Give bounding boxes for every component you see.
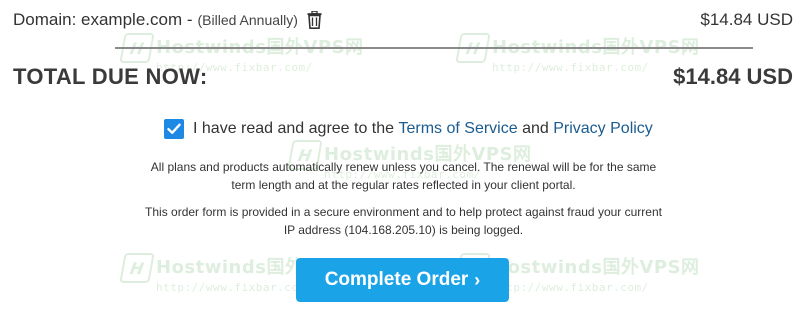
domain-label: Domain: example.com - bbox=[13, 10, 193, 29]
renewal-notice: All plans and products automatically ren… bbox=[120, 158, 687, 194]
agreement-text: I have read and agree to the bbox=[193, 120, 399, 137]
renewal-notice-line: term length and at the regular rates ref… bbox=[231, 178, 576, 192]
total-due-amount: $14.84 USD bbox=[673, 64, 793, 89]
watermark-brand: Hostwinds国外VPS网 bbox=[492, 37, 700, 58]
watermark: H Hostwinds国外VPS网 http://www.fixbar.com/ bbox=[455, 33, 700, 74]
watermark-logo: H bbox=[119, 253, 155, 283]
watermark-url: http://www.fixbar.com/ bbox=[492, 61, 649, 74]
security-notice-line: IP address (104.168.205.10) is being log… bbox=[283, 223, 524, 237]
watermark-brand: Hostwinds国外VPS网 bbox=[156, 37, 364, 58]
security-notice: This order form is provided in a secure … bbox=[120, 203, 687, 239]
terms-checkbox[interactable] bbox=[164, 119, 184, 139]
chevron-right-icon: › bbox=[474, 269, 481, 290]
security-notice-line: This order form is provided in a secure … bbox=[145, 205, 662, 219]
privacy-policy-link[interactable]: Privacy Policy bbox=[553, 120, 653, 138]
total-due-label: TOTAL DUE NOW: bbox=[13, 64, 208, 89]
complete-order-button[interactable]: Complete Order › bbox=[296, 258, 509, 302]
divider bbox=[115, 47, 753, 49]
trash-icon bbox=[307, 11, 322, 29]
billing-cycle: (Billed Annually) bbox=[197, 12, 298, 28]
watermark-url: http://www.fixbar.com/ bbox=[492, 281, 649, 294]
checkmark-icon bbox=[167, 123, 181, 134]
renewal-notice-line: All plans and products automatically ren… bbox=[150, 160, 657, 174]
watermark-brand: Hostwinds国外VPS网 bbox=[492, 257, 700, 278]
delete-domain-button[interactable] bbox=[306, 10, 324, 30]
complete-order-label: Complete Order bbox=[324, 269, 469, 290]
agreement-and-text: and bbox=[517, 120, 554, 137]
terms-agreement: I have read and agree to the Terms of Se… bbox=[164, 119, 653, 139]
domain-price: $14.84 USD bbox=[700, 10, 793, 29]
domain-line-item: Domain: example.com - (Billed Annually) … bbox=[13, 8, 793, 32]
terms-of-service-link[interactable]: Terms of Service bbox=[398, 120, 517, 138]
